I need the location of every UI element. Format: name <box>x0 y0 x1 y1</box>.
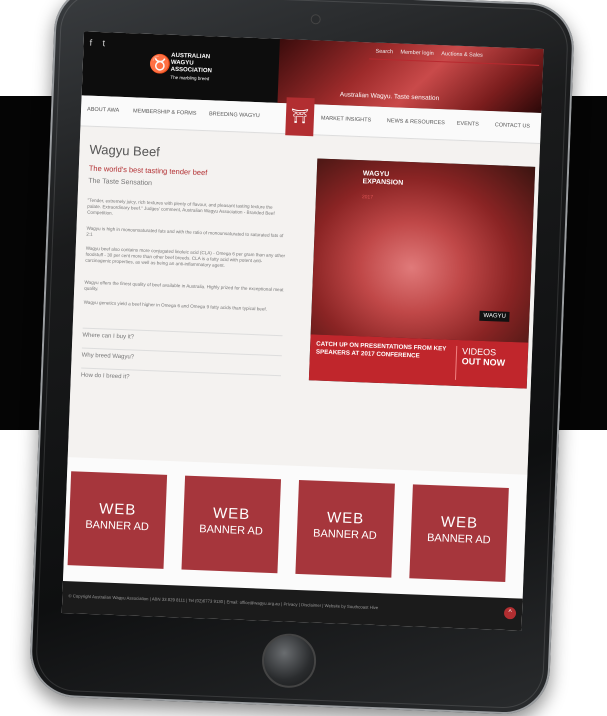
torii-icon: ⛩ <box>290 107 310 125</box>
paragraph-2: Wagyu is high in monounsaturated fats an… <box>86 225 284 239</box>
paragraph-4: Wagyu offers the finest quality of beef … <box>84 279 284 293</box>
logo-text: AUSTRALIAN WAGYU ASSOCIATION The marblin… <box>170 53 212 83</box>
nav-item-about[interactable]: ABOUT AWA <box>87 107 119 114</box>
promo-wagyu-badge: WAGYU <box>479 310 511 322</box>
twitter-icon[interactable]: t <box>102 38 105 48</box>
nav-item-membership[interactable]: MEMBERSHIP & FORMS <box>133 108 197 116</box>
banner-line-2: BANNER AD <box>199 523 264 538</box>
promo-subheadline: 2017 <box>361 194 374 201</box>
tablet-screen: f t ♉ AUSTRALIAN WAGYU ASSOCIATION The m… <box>61 31 544 631</box>
banner-line-1: WEB <box>98 500 137 519</box>
social-links: f t <box>89 38 113 49</box>
footer-text: © Copyright Australian Wagyu Association… <box>68 593 379 611</box>
promo-headline-2: EXPANSION <box>362 178 404 187</box>
promo-cta-text: CATCH UP ON PRESENTATIONS FROM KEY SPEAK… <box>315 340 447 360</box>
page-subtitle: The world's best tasting tender beef <box>88 163 208 178</box>
link-how-breed[interactable]: How do I breed it? <box>80 367 282 387</box>
site-logo[interactable]: ♉ AUSTRALIAN WAGYU ASSOCIATION The marbl… <box>148 48 239 89</box>
main-content: Wagyu Beef The world's best tasting tend… <box>67 127 541 475</box>
web-banner-ad[interactable]: WEB BANNER AD <box>295 479 395 578</box>
banner-line-1: WEB <box>212 504 251 524</box>
banner-line-1: WEB <box>326 509 365 528</box>
promo-videos-label: VIDEOS OUT NOW <box>461 346 505 368</box>
nav-item-news[interactable]: NEWS & RESOURCES <box>387 118 445 126</box>
nav-emblem[interactable]: ⛩ <box>285 97 315 139</box>
page-title: Wagyu Beef <box>89 141 161 160</box>
nav-item-contact[interactable]: CONTACT US <box>495 122 530 129</box>
nav-item-events[interactable]: EVENTS <box>457 121 479 128</box>
tablet-device: f t ♉ AUSTRALIAN WAGYU ASSOCIATION The m… <box>28 0 576 716</box>
back-to-top-button[interactable]: ^ <box>503 606 517 620</box>
section-heading: The Taste Sensation <box>88 177 153 188</box>
nav-item-breeding[interactable]: BREEDING WAGYU <box>209 111 260 119</box>
bull-icon: ♉ <box>148 53 172 75</box>
paragraph-1: "Tender, extremely juicy, rich textures … <box>87 197 275 217</box>
paragraph-5: Wagyu genetics yield a beef higher in Om… <box>83 299 268 312</box>
web-banner-ad[interactable]: WEB BANNER AD <box>409 484 509 582</box>
top-nav-search[interactable]: Search <box>375 49 393 56</box>
promo-headline: WAGYU EXPANSION <box>362 170 403 188</box>
paragraph-3: Wagyu beef also contains more conjugated… <box>85 245 286 269</box>
web-banner-ad[interactable]: WEB BANNER AD <box>181 475 282 574</box>
banner-line-1: WEB <box>440 513 479 532</box>
promo-cta-bar[interactable]: CATCH UP ON PRESENTATIONS FROM KEY SPEAK… <box>308 334 529 389</box>
link-where-buy[interactable]: Where can I buy it? <box>82 327 283 347</box>
banner-line-2: BANNER AD <box>85 518 150 534</box>
banner-line-2: BANNER AD <box>426 531 491 547</box>
banner-line-2: BANNER AD <box>312 527 377 543</box>
promo-banner[interactable]: WAGYU EXPANSION 2017 WAGYU CATCH UP ON P… <box>308 158 536 389</box>
facebook-icon[interactable]: f <box>89 38 92 48</box>
promo-divider <box>454 345 458 380</box>
top-nav-member-login[interactable]: Member login <box>400 50 434 57</box>
banner-ad-row: WEB BANNER AD WEB BANNER AD WEB BANNER A… <box>62 457 528 599</box>
logo-tagline: The marbling breed <box>170 74 210 82</box>
link-why-breed[interactable]: Why breed Wagyu? <box>81 347 282 367</box>
promo-videos-line-2: OUT NOW <box>461 356 506 368</box>
web-banner-ad[interactable]: WEB BANNER AD <box>67 471 168 569</box>
nav-item-market[interactable]: MARKET INSIGHTS <box>321 116 372 124</box>
